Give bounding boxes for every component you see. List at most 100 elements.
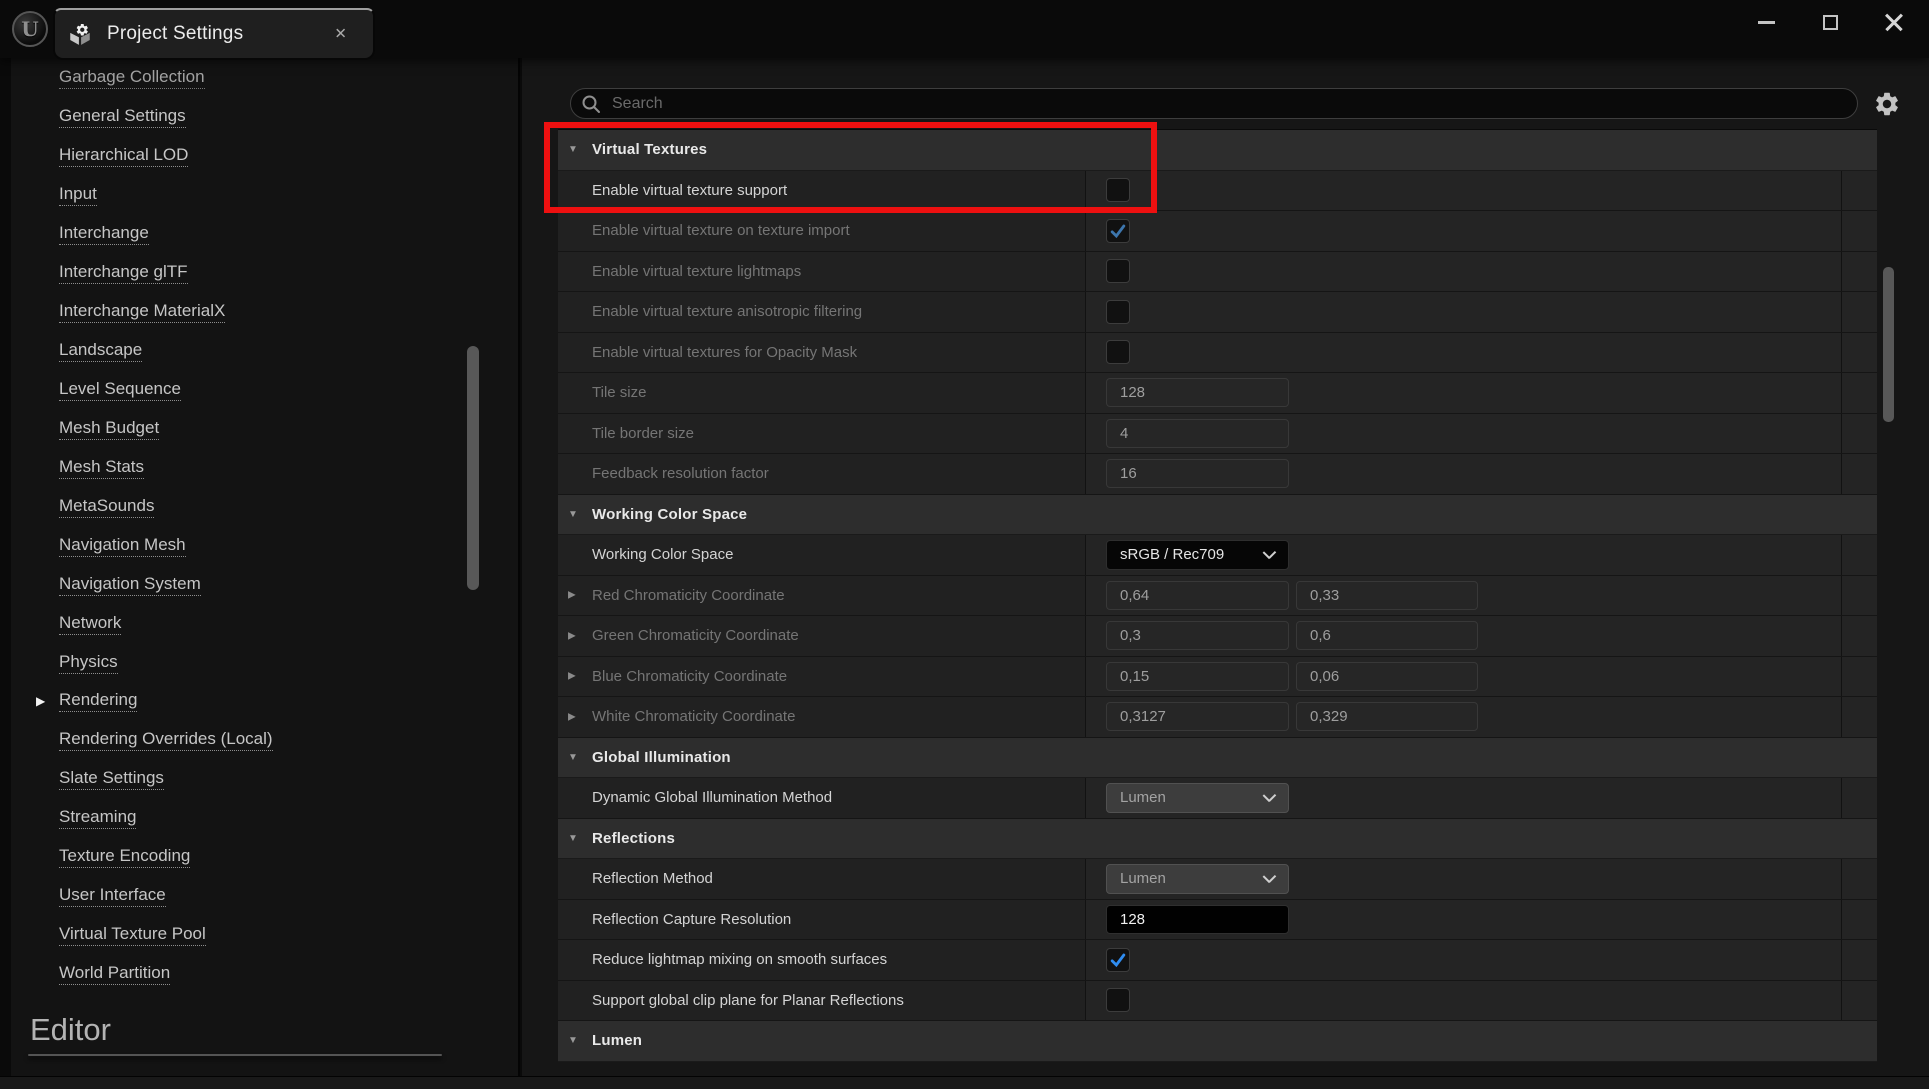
text-field-value: 0,3127 [1120,708,1166,725]
text-field-x[interactable]: 0,15 [1106,662,1289,691]
setting-value-cell: 16 [1086,454,1842,494]
checkbox[interactable] [1106,178,1130,202]
sidebar-item-mesh-budget[interactable]: Mesh Budget [11,409,471,448]
sidebar-item-navigation-system[interactable]: Navigation System [11,565,471,604]
dropdown-select[interactable]: sRGB / Rec709 [1106,540,1289,570]
text-field-x[interactable]: 0,3127 [1106,702,1289,731]
sidebar-item-level-sequence[interactable]: Level Sequence [11,371,471,410]
setting-row-tile-size: Tile size 128 [558,373,1877,414]
minimize-button[interactable] [1743,0,1789,44]
sidebar-item-mesh-stats[interactable]: Mesh Stats [11,448,471,487]
text-field-value: 4 [1120,425,1128,442]
setting-row-reduce-lightmap-mixing-on-smooth-surfaces: Reduce lightmap mixing on smooth surface… [558,940,1877,981]
settings-detail-panel: ▼Virtual Textures Enable virtual texture … [522,58,1929,1076]
expand-row-icon[interactable]: ▶ [568,590,576,601]
sidebar-item-streaming[interactable]: Streaming [11,799,471,838]
settings-table: ▼Virtual Textures Enable virtual texture … [558,129,1877,1062]
maximize-button[interactable] [1807,0,1853,44]
sidebar-item-metasounds[interactable]: MetaSounds [11,487,471,526]
dropdown-select[interactable]: Lumen [1106,783,1289,813]
setting-label: Enable virtual texture support [592,182,787,199]
section-header-working-color-space[interactable]: ▼Working Color Space [558,495,1877,536]
section-header-virtual-textures[interactable]: ▼Virtual Textures [558,130,1877,171]
setting-label: Enable virtual textures for Opacity Mask [592,344,857,361]
sidebar-item-user-interface[interactable]: User Interface [11,877,471,916]
text-field-y[interactable]: 0,6 [1296,621,1478,650]
setting-extra-cell [1842,252,1877,292]
checkbox[interactable] [1106,219,1130,243]
editor-section-divider [28,1054,442,1056]
text-field-y[interactable]: 0,329 [1296,702,1478,731]
text-field-value: 128 [1120,911,1145,928]
setting-row-reflection-method: Reflection MethodLumen [558,859,1877,900]
sidebar-item-texture-encoding[interactable]: Texture Encoding [11,838,471,877]
sidebar-scrollbar-thumb[interactable] [467,346,479,590]
tab-project-settings[interactable]: Project Settings ✕ [53,8,375,60]
text-field-value: 0,15 [1120,668,1149,685]
sidebar-item-hierarchical-lod[interactable]: Hierarchical LOD [11,137,471,176]
text-field[interactable]: 128 [1106,378,1289,407]
text-field-y[interactable]: 0,33 [1296,581,1478,610]
dropdown-select[interactable]: Lumen [1106,864,1289,894]
setting-label: Green Chromaticity Coordinate [592,627,799,644]
sidebar-item-physics[interactable]: Physics [11,643,471,682]
setting-value-cell: sRGB / Rec709 [1086,535,1842,575]
chevron-down-icon [1263,874,1275,886]
settings-gear-icon[interactable] [1873,90,1901,118]
checkbox[interactable] [1106,300,1130,324]
search-input[interactable] [610,94,1857,114]
text-field[interactable]: 16 [1106,459,1289,488]
text-field-x[interactable]: 0,3 [1106,621,1289,650]
text-field-y[interactable]: 0,06 [1296,662,1478,691]
expand-row-icon[interactable]: ▶ [568,671,576,682]
text-field-x[interactable]: 0,64 [1106,581,1289,610]
section-collapse-icon: ▼ [568,509,582,520]
setting-label-cell: ▶Blue Chromaticity Coordinate [558,657,1086,697]
sidebar-item-general-settings[interactable]: General Settings [11,98,471,137]
sidebar-item-network[interactable]: Network [11,604,471,643]
expand-row-icon[interactable]: ▶ [568,711,576,722]
sidebar-item-label: Navigation System [59,574,201,596]
text-field[interactable]: 4 [1106,419,1289,448]
sidebar-item-rendering-overrides-local[interactable]: Rendering Overrides (Local) [11,721,471,760]
setting-label: Enable virtual texture anisotropic filte… [592,303,862,320]
sidebar-item-navigation-mesh[interactable]: Navigation Mesh [11,526,471,565]
setting-row-dynamic-global-illumination-method: Dynamic Global Illumination Method Lumen [558,778,1877,819]
sidebar-item-interchange-materialx[interactable]: Interchange MaterialX [11,293,471,332]
sidebar-item-garbage-collection[interactable]: Garbage Collection [11,59,471,98]
section-header-global-illumination[interactable]: ▼Global Illumination [558,738,1877,779]
sidebar-item-label: World Partition [59,963,170,985]
checkbox[interactable] [1106,988,1130,1012]
sidebar-item-rendering[interactable]: ▶Rendering [11,682,471,721]
sidebar-item-label: Garbage Collection [59,67,205,89]
checkbox[interactable] [1106,340,1130,364]
setting-label-cell: Tile size [558,373,1086,413]
main-scrollbar-thumb[interactable] [1883,267,1894,422]
sidebar-item-label: Interchange MaterialX [59,301,225,323]
sidebar-item-input[interactable]: Input [11,176,471,215]
sidebar-section-editor-heading: Editor [30,1012,111,1048]
close-button[interactable] [1871,0,1917,44]
sidebar-item-interchange-gltf[interactable]: Interchange glTF [11,254,471,293]
setting-value-cell [1086,171,1842,211]
sidebar-item-slate-settings[interactable]: Slate Settings [11,760,471,799]
setting-row-red-chromaticity-coordinate: ▶Red Chromaticity Coordinate0,640,33 [558,576,1877,617]
setting-extra-cell [1842,171,1877,211]
sidebar-item-world-partition[interactable]: World Partition [11,955,471,994]
sidebar-item-interchange[interactable]: Interchange [11,215,471,254]
section-header-reflections[interactable]: ▼Reflections [558,819,1877,860]
expand-row-icon[interactable]: ▶ [568,630,576,641]
chevron-down-icon [1263,550,1275,562]
tab-close-icon[interactable]: ✕ [334,27,347,42]
setting-value-cell: 0,640,33 [1086,576,1842,616]
setting-label-cell: Dynamic Global Illumination Method [558,778,1086,818]
sidebar-item-virtual-texture-pool[interactable]: Virtual Texture Pool [11,916,471,955]
text-field[interactable]: 128 [1106,905,1289,934]
setting-value-cell [1086,981,1842,1021]
setting-value-cell: 0,3127 0,329 [1086,697,1842,737]
checkbox[interactable] [1106,259,1130,283]
unreal-engine-logo-icon[interactable]: U [12,11,48,47]
checkbox[interactable] [1106,948,1130,972]
section-header-lumen[interactable]: ▼Lumen [558,1021,1877,1062]
sidebar-item-landscape[interactable]: Landscape [11,332,471,371]
